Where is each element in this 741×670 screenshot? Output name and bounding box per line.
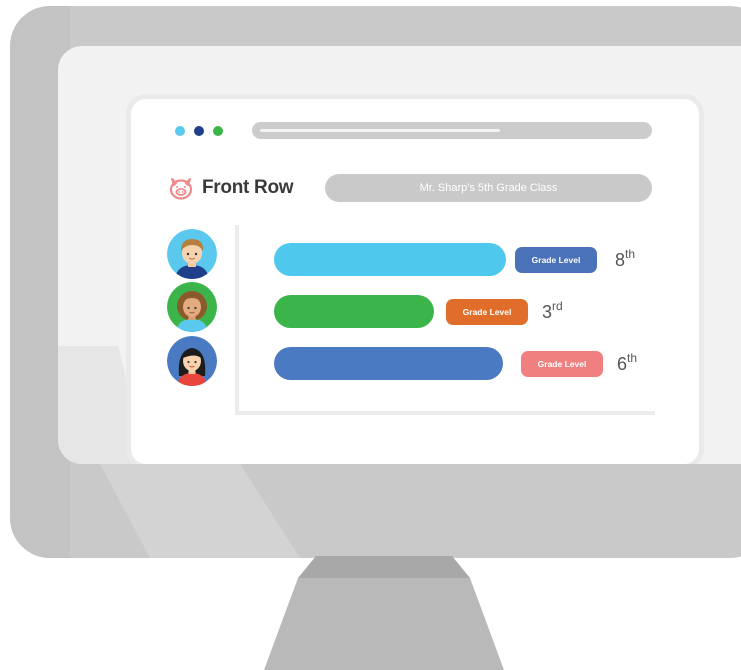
address-bar-highlight — [260, 129, 500, 132]
grade-level-badge-2[interactable]: Grade Level — [446, 299, 528, 325]
student-avatar-3[interactable] — [167, 336, 217, 386]
grade-level-badge-1[interactable]: Grade Level — [515, 247, 597, 273]
address-bar[interactable] — [252, 122, 652, 139]
chart-axis-horizontal — [235, 411, 655, 415]
app-name: Front Row — [202, 177, 294, 198]
progress-bar-2[interactable] — [274, 295, 434, 328]
monitor-frame: Front Row Mr. Sharp's 5th Grade Class Gr… — [10, 6, 741, 558]
student-avatar-2[interactable] — [167, 282, 217, 332]
pig-icon — [169, 178, 193, 200]
grade-suffix: rd — [552, 299, 563, 313]
browser-window: Front Row Mr. Sharp's 5th Grade Class Gr… — [126, 94, 704, 464]
girl-curly-avatar-icon — [167, 282, 217, 332]
monitor-stand — [264, 556, 504, 670]
window-dot-2[interactable] — [194, 126, 204, 136]
window-dot-3[interactable] — [213, 126, 223, 136]
app-logo[interactable]: Front Row — [168, 176, 294, 200]
grade-number: 8 — [615, 250, 626, 270]
grade-level-badge-3[interactable]: Grade Level — [521, 351, 603, 377]
grade-suffix: th — [627, 351, 638, 365]
window-dot-1[interactable] — [175, 126, 185, 136]
grade-value-3: 6th — [617, 352, 637, 374]
girl-dark-hair-avatar-icon — [167, 336, 217, 386]
progress-bar-1[interactable] — [274, 243, 506, 276]
grade-value-2: 3rd — [542, 300, 563, 322]
class-name-pill[interactable]: Mr. Sharp's 5th Grade Class — [325, 174, 652, 202]
monitor-screen: Front Row Mr. Sharp's 5th Grade Class Gr… — [58, 46, 741, 464]
progress-bar-3[interactable] — [274, 347, 503, 380]
illustration: Front Row Mr. Sharp's 5th Grade Class Gr… — [0, 0, 741, 670]
grade-value-1: 8th — [615, 248, 635, 270]
student-avatar-1[interactable] — [167, 229, 217, 279]
boy-avatar-icon — [167, 229, 217, 279]
chart-axis-vertical — [235, 225, 239, 415]
grade-number: 3 — [542, 302, 553, 322]
grade-number: 6 — [617, 354, 628, 374]
grade-suffix: th — [625, 247, 636, 261]
